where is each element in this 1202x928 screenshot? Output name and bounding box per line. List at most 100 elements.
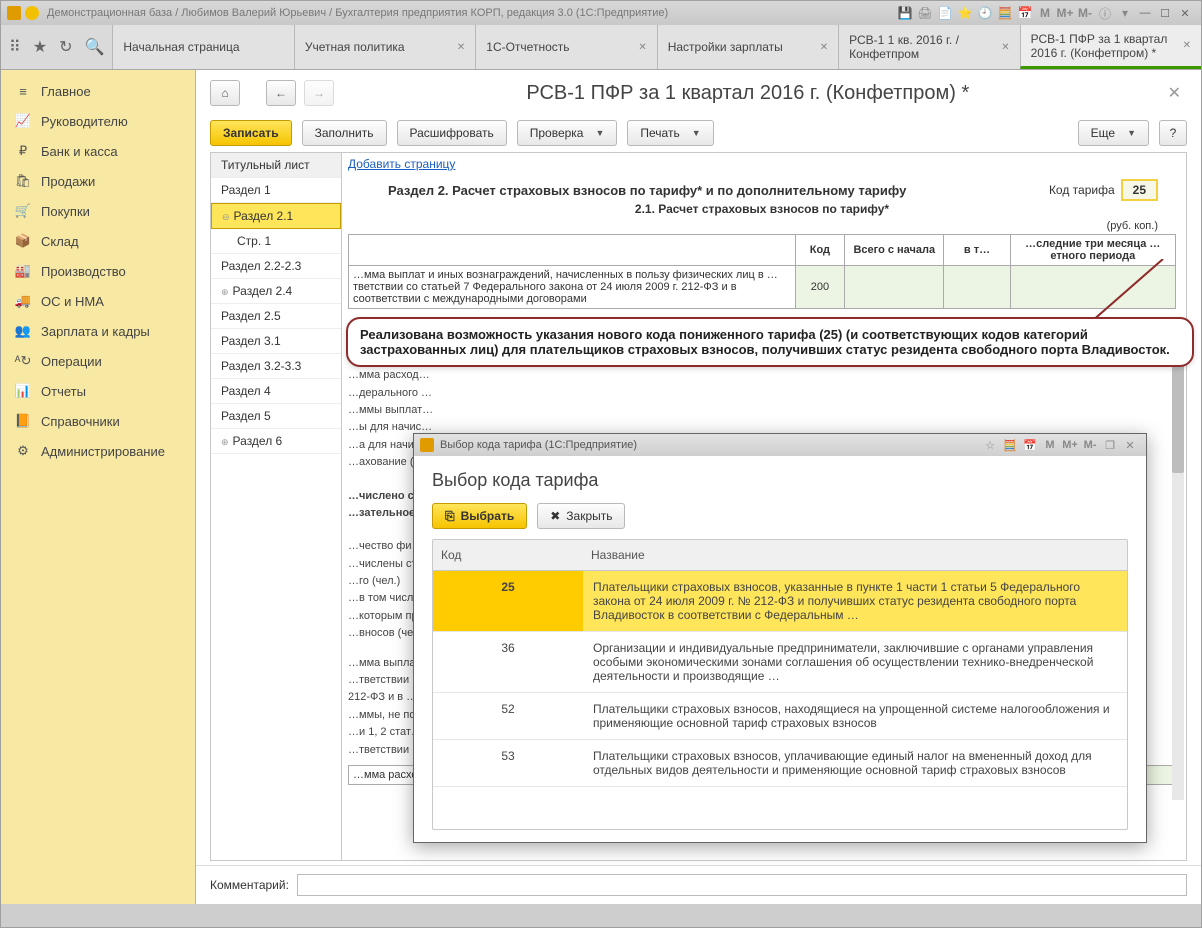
nav-purchases[interactable]: 🛒Покупки: [1, 196, 195, 226]
tab-policy[interactable]: Учетная политика✕: [294, 25, 475, 69]
table-row[interactable]: 53 Плательщики страховых взносов, уплачи…: [433, 740, 1127, 787]
section-item[interactable]: Раздел 4: [211, 379, 341, 404]
toolbar-calendar-icon[interactable]: 📅: [1017, 5, 1033, 21]
dropdown-icon[interactable]: ▾: [1117, 5, 1133, 21]
tab-close-icon[interactable]: ✕: [1001, 42, 1009, 53]
doc-title: РСВ-1 ПФР за 1 квартал 2016 г. (Конфетпр…: [342, 82, 1154, 105]
table-row-text: …мма выплат и иных вознаграждений, начис…: [349, 266, 796, 309]
table-row[interactable]: 25 Плательщики страховых взносов, указан…: [433, 571, 1127, 632]
select-icon: ⎘: [445, 509, 455, 524]
section-item[interactable]: Раздел 5: [211, 404, 341, 429]
home-button[interactable]: ⌂: [210, 80, 240, 106]
save-button[interactable]: Записать: [210, 120, 292, 146]
nav-main[interactable]: ≡Главное: [1, 76, 195, 106]
left-navigation: ≡Главное 📈Руководителю ₽Банк и касса 🛍Пр…: [1, 70, 196, 904]
maximize-button[interactable]: ☐: [1157, 5, 1173, 21]
col-code: Код: [433, 540, 583, 571]
nav-bank[interactable]: ₽Банк и касса: [1, 136, 195, 166]
nav-catalogs[interactable]: 📙Справочники: [1, 406, 195, 436]
close-button[interactable]: ✕: [1177, 5, 1193, 21]
nav-admin[interactable]: ⚙Администрирование: [1, 436, 195, 466]
doc-close-button[interactable]: ✕: [1162, 83, 1187, 103]
fill-button[interactable]: Заполнить: [302, 120, 387, 146]
tab-close-icon[interactable]: ✕: [638, 42, 646, 53]
favorite-star-icon[interactable]: ★: [33, 37, 47, 57]
dialog-mminus[interactable]: M-: [1082, 439, 1098, 451]
comment-label: Комментарий:: [210, 878, 289, 892]
dialog-m[interactable]: M: [1042, 439, 1058, 451]
info-icon[interactable]: ⓘ: [1097, 5, 1113, 21]
memory-m[interactable]: M: [1037, 5, 1053, 21]
section-item[interactable]: ⊕Раздел 2.4: [211, 279, 341, 304]
menu-icon: ≡: [15, 83, 31, 99]
tab-close-icon[interactable]: ✕: [1183, 40, 1191, 51]
toolbar-save-icon[interactable]: 💾: [897, 5, 913, 21]
decode-button[interactable]: Расшифровать: [397, 120, 507, 146]
toolbar-doc-icon[interactable]: 📄: [937, 5, 953, 21]
memory-mminus[interactable]: M-: [1077, 5, 1093, 21]
section-item[interactable]: Титульный лист: [211, 153, 341, 178]
history-icon[interactable]: ↻: [59, 37, 72, 57]
toolbar-clock-icon[interactable]: 🕘: [977, 5, 993, 21]
toolbar-star-icon[interactable]: ⭐: [957, 5, 973, 21]
check-button[interactable]: Проверка▼: [517, 120, 618, 146]
dialog-calendar-icon[interactable]: 📅: [1022, 439, 1038, 452]
toolbar-calc-icon[interactable]: 🧮: [997, 5, 1013, 21]
tab-rsv-doc[interactable]: РСВ-1 ПФР за 1 квартал 2016 г. (Конфетпр…: [1020, 25, 1201, 69]
add-page-link[interactable]: Добавить страницу: [348, 157, 455, 171]
people-icon: 👥: [15, 323, 31, 339]
select-button[interactable]: ⎘Выбрать: [432, 503, 527, 529]
nav-manager[interactable]: 📈Руководителю: [1, 106, 195, 136]
dialog-calc-icon[interactable]: 🧮: [1002, 439, 1018, 452]
dialog-mplus[interactable]: M+: [1062, 439, 1078, 451]
table-row-code: 200: [795, 266, 845, 309]
tab-reporting[interactable]: 1С-Отчетность✕: [475, 25, 656, 69]
tab-close-icon[interactable]: ✕: [457, 42, 465, 53]
apps-grid-icon[interactable]: ⠿: [9, 37, 21, 57]
nav-stock[interactable]: 📦Склад: [1, 226, 195, 256]
nav-assets[interactable]: 🚚ОС и НМА: [1, 286, 195, 316]
forward-button[interactable]: →: [304, 80, 334, 106]
section-item[interactable]: Раздел 2.2-2.3: [211, 254, 341, 279]
help-button[interactable]: ?: [1159, 120, 1187, 146]
section-item[interactable]: Раздел 1: [211, 178, 341, 203]
search-icon[interactable]: 🔍: [84, 37, 104, 57]
tariff-dialog: Выбор кода тарифа (1С:Предприятие) ☆ 🧮 📅…: [413, 433, 1147, 843]
nav-reports[interactable]: 📊Отчеты: [1, 376, 195, 406]
ops-icon: ᴬ↻: [15, 353, 31, 369]
book-icon: 📙: [15, 413, 31, 429]
dialog-close-button[interactable]: ✕: [1122, 439, 1138, 452]
section-item[interactable]: Раздел 3.1: [211, 329, 341, 354]
gear-icon: ⚙: [15, 443, 31, 459]
table-row[interactable]: 36 Организации и индивидуальные предприн…: [433, 632, 1127, 693]
tab-rsv-list[interactable]: РСВ-1 1 кв. 2016 г. / Конфетпром✕: [838, 25, 1019, 69]
dialog-titlebar: Выбор кода тарифа (1С:Предприятие) ☆ 🧮 📅…: [414, 434, 1146, 456]
comment-input[interactable]: [297, 874, 1187, 896]
section-item[interactable]: Раздел 3.2-3.3: [211, 354, 341, 379]
nav-hr[interactable]: 👥Зарплата и кадры: [1, 316, 195, 346]
tab-salary[interactable]: Настройки зарплаты✕: [657, 25, 838, 69]
table-row[interactable]: 52 Плательщики страховых взносов, находя…: [433, 693, 1127, 740]
tab-start[interactable]: Начальная страница: [112, 25, 293, 69]
minimize-button[interactable]: —: [1137, 5, 1153, 21]
toolbar-print-icon[interactable]: 🖨: [917, 5, 933, 21]
memory-mplus[interactable]: M+: [1057, 5, 1073, 21]
print-button[interactable]: Печать▼: [627, 120, 713, 146]
back-button[interactable]: ←: [266, 80, 296, 106]
app-logo-icon: [7, 6, 21, 20]
section-item[interactable]: ⊕Раздел 6: [211, 429, 341, 454]
nav-operations[interactable]: ᴬ↻Операции: [1, 346, 195, 376]
more-button[interactable]: Еще▼: [1078, 120, 1149, 146]
section-item[interactable]: Раздел 2.5: [211, 304, 341, 329]
section-item-active[interactable]: ⊖Раздел 2.1: [211, 203, 341, 229]
dialog-restore-button[interactable]: ❐: [1102, 439, 1118, 452]
doc-pane-scrollbar[interactable]: [1172, 353, 1184, 800]
tab-close-icon[interactable]: ✕: [820, 42, 828, 53]
kod-tarif-value[interactable]: 25: [1121, 179, 1158, 201]
nav-production[interactable]: 🏭Производство: [1, 256, 195, 286]
section-item[interactable]: Стр. 1: [211, 229, 341, 254]
dialog-fav-icon[interactable]: ☆: [982, 439, 998, 452]
close-dialog-button[interactable]: ✖Закрыть: [537, 503, 625, 529]
nav-sales[interactable]: 🛍Продажи: [1, 166, 195, 196]
app-dropdown-icon[interactable]: [25, 6, 39, 20]
